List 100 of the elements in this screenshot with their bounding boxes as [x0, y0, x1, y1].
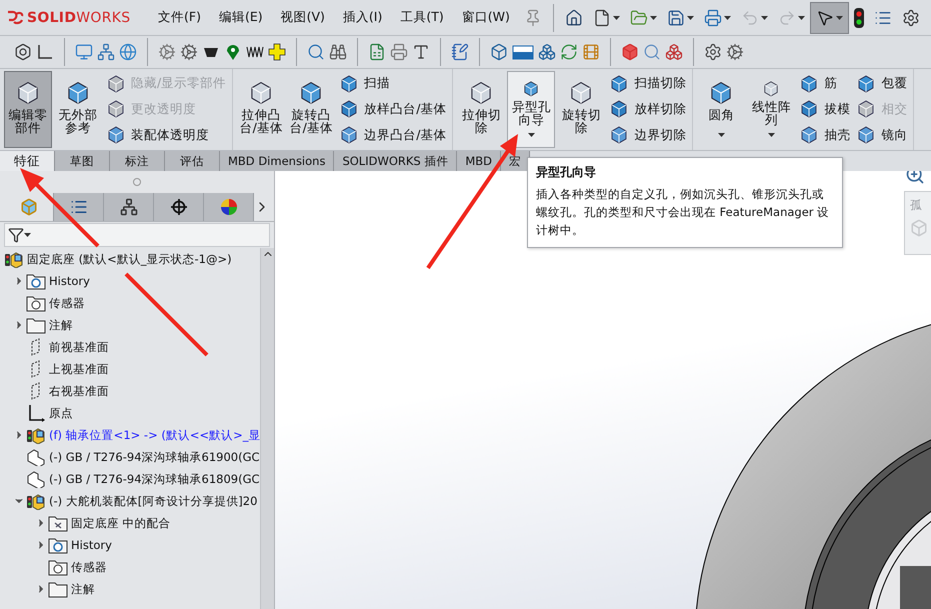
menu-item[interactable]: 视图(V)	[272, 9, 334, 26]
menu-item[interactable]: 插入(I)	[334, 9, 392, 26]
film-icon[interactable]	[582, 43, 600, 61]
corner-icon[interactable]	[36, 43, 54, 61]
text-icon[interactable]	[412, 43, 430, 61]
tree-item[interactable]: (f) 轴承位置<1> -> (默认<<默认>_显	[49, 428, 260, 442]
tree-item[interactable]: History	[49, 274, 90, 288]
panel-tab[interactable]	[154, 193, 204, 221]
ribbon-command[interactable]: 放样凸台/基体	[339, 97, 446, 122]
traffic-light-icon[interactable]	[854, 8, 864, 28]
filter-field[interactable]	[4, 223, 270, 247]
panel-tab[interactable]	[54, 193, 104, 221]
tree-item[interactable]: 原点	[49, 406, 73, 420]
select-pointer-icon[interactable]	[816, 8, 834, 26]
tab[interactable]: 草图	[55, 151, 110, 171]
ribbon-command[interactable]: 抽壳	[799, 123, 850, 148]
cross-shape-icon[interactable]	[268, 43, 286, 61]
cube-icon[interactable]	[621, 43, 639, 61]
ribbon-command[interactable]: 扫描切除	[609, 72, 686, 96]
gear-icon[interactable]	[180, 43, 198, 61]
caret-icon[interactable]	[528, 133, 535, 137]
tree-item[interactable]: (-) GB / T276-94深沟球轴承61900(GC	[49, 450, 260, 464]
tree-item[interactable]: 注解	[71, 582, 95, 596]
monitor-icon[interactable]	[75, 43, 93, 61]
network-icon[interactable]	[97, 43, 115, 61]
new-document-icon[interactable]	[592, 8, 611, 26]
tree-item[interactable]: 固定底座 中的配合	[71, 516, 171, 530]
cubes-icon[interactable]	[538, 43, 556, 61]
caret-icon[interactable]	[612, 16, 620, 20]
panel-tab[interactable]	[204, 193, 254, 221]
ribbon-command[interactable]: 放样切除	[609, 97, 686, 122]
gear-icon[interactable]	[158, 43, 176, 61]
caret-icon[interactable]	[768, 133, 775, 137]
caret-icon[interactable]	[718, 133, 725, 137]
home-icon[interactable]	[564, 8, 583, 26]
ribbon-button[interactable]: 线性阵列	[747, 71, 796, 148]
menu-item[interactable]: 窗口(W)	[452, 9, 519, 26]
caret-icon[interactable]	[24, 233, 31, 237]
panel-tab[interactable]	[104, 193, 154, 221]
ribbon-button[interactable]: 无外部参考	[54, 71, 102, 148]
menu-item[interactable]: 文件(F)	[149, 9, 210, 26]
pin-marker-icon[interactable]	[224, 43, 242, 61]
tree-item[interactable]: 前视基准面	[49, 340, 109, 354]
tree-item[interactable]: 注解	[49, 318, 73, 332]
tree-item[interactable]: (-) GB / T276-94深沟球轴承61809(GC	[49, 472, 260, 486]
caret-icon[interactable]	[798, 16, 805, 20]
tab[interactable]: 评估	[165, 151, 220, 171]
cubes-icon[interactable]	[665, 43, 683, 61]
menu-item[interactable]: 编辑(E)	[210, 9, 272, 26]
caret-icon[interactable]	[686, 16, 694, 20]
cube-icon	[339, 125, 360, 146]
zoom-icon[interactable]	[905, 171, 925, 185]
search-icon[interactable]	[643, 43, 661, 61]
splitter-handle[interactable]	[133, 178, 141, 186]
tab[interactable]: MBD Dimensions	[220, 151, 334, 171]
settings-icon[interactable]	[902, 8, 920, 26]
ribbon-command[interactable]: 边界切除	[609, 123, 686, 148]
ribbon-button[interactable]: 拉伸凸台/基体	[237, 71, 286, 148]
search-icon[interactable]	[307, 43, 325, 61]
save-icon[interactable]	[666, 8, 685, 26]
ribbon-command[interactable]: 包覆	[856, 72, 908, 96]
tab[interactable]: SOLIDWORKS 插件	[334, 151, 458, 171]
scrollbar[interactable]	[260, 248, 274, 609]
print-icon[interactable]	[704, 8, 722, 26]
cube-icon[interactable]	[490, 43, 508, 61]
gear-icon[interactable]	[704, 43, 722, 61]
tree-item[interactable]: (-) 大舵机装配体[阿奇设计分享提供]20	[49, 494, 258, 508]
binoculars-icon[interactable]	[329, 43, 347, 61]
caret-icon[interactable]	[760, 16, 768, 20]
gear-icon[interactable]	[726, 43, 744, 61]
tree-item[interactable]: 右视基准面	[49, 384, 109, 398]
ribbon-command[interactable]: 边界凸台/基体	[339, 123, 446, 148]
ribbon-button[interactable]: 异型孔向导	[507, 71, 556, 148]
ribbon-button[interactable]: 编辑零部件	[4, 71, 52, 148]
notebook-icon[interactable]	[451, 43, 469, 61]
cube-icon	[799, 99, 820, 120]
tree-item[interactable]: 传感器	[49, 296, 85, 310]
caret-icon[interactable]	[650, 16, 657, 20]
ribbon-button[interactable]: 旋转凸台/基体	[287, 71, 336, 148]
ribbon-command[interactable]: 筋	[799, 72, 850, 96]
ribbon-button[interactable]: 旋转切除	[557, 71, 606, 148]
ribbon-button[interactable]: 圆角	[697, 71, 746, 148]
tab[interactable]: MBD	[457, 151, 502, 171]
ribbon-command[interactable]: 拔模	[799, 97, 850, 122]
tab[interactable]: 标注	[110, 151, 165, 171]
caret-icon[interactable]	[836, 16, 843, 20]
spreadsheet-icon[interactable]	[368, 43, 386, 61]
tab[interactable]: 特征	[0, 151, 55, 171]
globe-icon[interactable]	[119, 43, 137, 61]
tree-item[interactable]: 固定底座 (默认<默认_显示状态-1@>)	[27, 252, 232, 266]
tree-item[interactable]: 上视基准面	[49, 362, 109, 376]
tree-item[interactable]: 传感器	[71, 560, 107, 574]
ribbon-command[interactable]: 装配体透明度	[106, 123, 226, 148]
menu-item[interactable]: 工具(T)	[391, 9, 453, 26]
ribbon-button[interactable]: 拉伸切除	[457, 71, 506, 148]
ribbon-command[interactable]: 扫描	[339, 72, 446, 96]
caret-icon[interactable]	[724, 16, 731, 20]
ribbon-command[interactable]: 镜向	[856, 123, 908, 148]
tree-item[interactable]: History	[71, 538, 112, 552]
refresh-icon[interactable]	[560, 43, 578, 61]
